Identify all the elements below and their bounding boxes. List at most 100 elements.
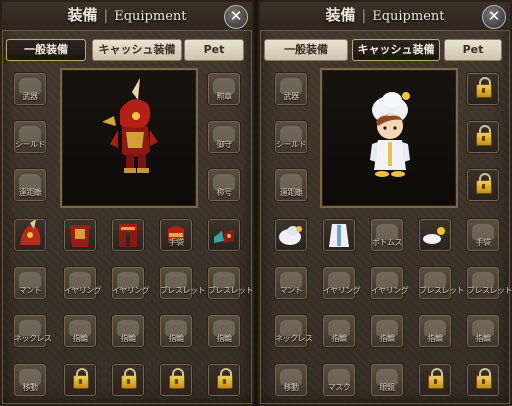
slot-label: ブレスレット <box>208 286 254 295</box>
slot-label: マント <box>18 286 42 295</box>
slot-locked[interactable] <box>111 363 145 397</box>
slot-label: マント <box>279 286 303 295</box>
shoes-icon <box>423 227 445 244</box>
lock-icon <box>73 368 89 389</box>
slot-label: 武器 <box>283 92 300 101</box>
tab-bar: 一般装備 キャッシュ装備 Pet <box>2 39 252 61</box>
slot-charm[interactable]: 御守 <box>207 120 241 154</box>
slot-mask[interactable]: マスク <box>322 363 356 397</box>
slot-locked[interactable] <box>63 363 97 397</box>
tab-cash[interactable]: キャッシュ装備 <box>92 39 182 61</box>
slot-shield[interactable]: シールド <box>274 120 308 154</box>
slot-locked[interactable] <box>418 363 452 397</box>
robe-icon <box>329 224 349 247</box>
slot-label: 遠距離 <box>279 188 303 197</box>
slot-label: 勲章 <box>216 92 233 101</box>
slot-label: 指輪 <box>120 334 137 343</box>
slot-glove-equipped[interactable]: 手袋 <box>159 218 193 252</box>
tab-general[interactable]: 一般装備 <box>264 39 348 61</box>
slot-robe-equipped[interactable] <box>322 218 356 252</box>
slot-ring-1[interactable]: 指輪 <box>322 314 356 348</box>
slot-label: ボトムス <box>372 238 403 247</box>
slot-label: イヤリング <box>64 286 102 295</box>
slot-locked[interactable] <box>466 72 500 106</box>
slot-pants-equipped[interactable] <box>111 218 145 252</box>
turban-icon <box>279 226 302 245</box>
slot-label: ブレスレット <box>467 286 512 295</box>
slot-armor-equipped[interactable] <box>63 218 97 252</box>
slot-glasses[interactable]: 眼鏡 <box>370 363 404 397</box>
lock-icon <box>476 77 492 98</box>
slot-bracelet-2[interactable]: ブレスレット <box>207 266 254 300</box>
lock-icon <box>217 368 233 389</box>
slot-bracelet[interactable]: ブレスレット <box>159 266 206 300</box>
panel-title[interactable]: 装備 | Equipment <box>260 2 510 31</box>
slot-label: 手袋 <box>168 238 185 247</box>
slot-mantle[interactable]: マント <box>274 266 308 300</box>
close-icon[interactable]: ✕ <box>224 5 248 29</box>
lock-icon <box>476 173 492 194</box>
slot-locked[interactable] <box>466 168 500 202</box>
slot-ring-2[interactable]: 指輪 <box>370 314 404 348</box>
slot-label: イヤリング <box>371 286 409 295</box>
panel-title[interactable]: 装備 | Equipment <box>2 2 252 31</box>
slot-move[interactable]: 移動 <box>13 363 47 397</box>
slot-ring-4[interactable]: 指輪 <box>207 314 241 348</box>
slot-earring[interactable]: イヤリング <box>63 266 102 300</box>
slot-turban-equipped[interactable] <box>274 218 308 252</box>
character-preview <box>60 68 198 208</box>
slot-bracelet-2[interactable]: ブレスレット <box>466 266 512 300</box>
slot-ring-3[interactable]: 指輪 <box>159 314 193 348</box>
slot-earring-2[interactable]: イヤリング <box>111 266 150 300</box>
tab-pet[interactable]: Pet <box>444 39 502 61</box>
close-icon[interactable]: ✕ <box>482 5 506 29</box>
slot-weapon[interactable]: 武器 <box>274 72 308 106</box>
slot-ranged[interactable]: 遠距離 <box>13 168 47 202</box>
slot-glove[interactable]: 手袋 <box>466 218 500 252</box>
tab-pet[interactable]: Pet <box>184 39 244 61</box>
dragon-shoes-icon <box>214 229 234 243</box>
slot-ranged[interactable]: 遠距離 <box>274 168 308 202</box>
slot-label: 称号 <box>216 188 233 197</box>
slot-label: 指輪 <box>379 334 396 343</box>
slot-ring-1[interactable]: 指輪 <box>63 314 97 348</box>
slot-move[interactable]: 移動 <box>274 363 308 397</box>
title-en: Equipment <box>114 9 187 24</box>
slot-label: 指輪 <box>168 334 185 343</box>
slot-badge[interactable]: 称号 <box>207 168 241 202</box>
slot-bracelet[interactable]: ブレスレット <box>418 266 465 300</box>
slot-earring[interactable]: イヤリング <box>322 266 361 300</box>
title-jp: 装備 <box>67 6 98 24</box>
slot-shoes-equipped[interactable] <box>418 218 452 252</box>
slot-mantle[interactable]: マント <box>13 266 47 300</box>
title-jp: 装備 <box>325 6 356 24</box>
slot-locked[interactable] <box>159 363 193 397</box>
slot-bottoms[interactable]: ボトムス <box>370 218 404 252</box>
tab-cash[interactable]: キャッシュ装備 <box>352 39 440 61</box>
slot-locked[interactable] <box>466 120 500 154</box>
slot-medal[interactable]: 勲章 <box>207 72 241 106</box>
slot-label: ネックレス <box>275 334 313 343</box>
slot-ring-4[interactable]: 指輪 <box>466 314 500 348</box>
tab-bar: 一般装備 キャッシュ装備 Pet <box>260 39 510 61</box>
slot-weapon[interactable]: 武器 <box>13 72 47 106</box>
slot-label: 眼鏡 <box>379 383 396 392</box>
tab-general[interactable]: 一般装備 <box>6 39 86 61</box>
slot-shoes-equipped[interactable] <box>207 218 241 252</box>
slot-earring-2[interactable]: イヤリング <box>370 266 409 300</box>
slot-label: 指輪 <box>331 334 348 343</box>
slot-necklace[interactable]: ネックレス <box>274 314 313 348</box>
slot-ring-3[interactable]: 指輪 <box>418 314 452 348</box>
slot-locked[interactable] <box>466 363 500 397</box>
slot-label: 指輪 <box>427 334 444 343</box>
slot-label: ネックレス <box>14 334 52 343</box>
equipment-panel-cash: 装備 | Equipment ✕ 一般装備 キャッシュ装備 Pet 武器 シールド … <box>258 0 512 406</box>
slot-locked[interactable] <box>207 363 241 397</box>
slot-label: 指輪 <box>475 334 492 343</box>
slot-ring-2[interactable]: 指輪 <box>111 314 145 348</box>
slot-helmet-equipped[interactable] <box>13 218 47 252</box>
slot-necklace[interactable]: ネックレス <box>13 314 52 348</box>
slot-shield[interactable]: シールド <box>13 120 47 154</box>
lock-icon <box>476 368 492 389</box>
equipment-panel-general: 装備 | Equipment ✕ 一般装備 キャッシュ装備 Pet 武器 シールド … <box>0 0 254 406</box>
